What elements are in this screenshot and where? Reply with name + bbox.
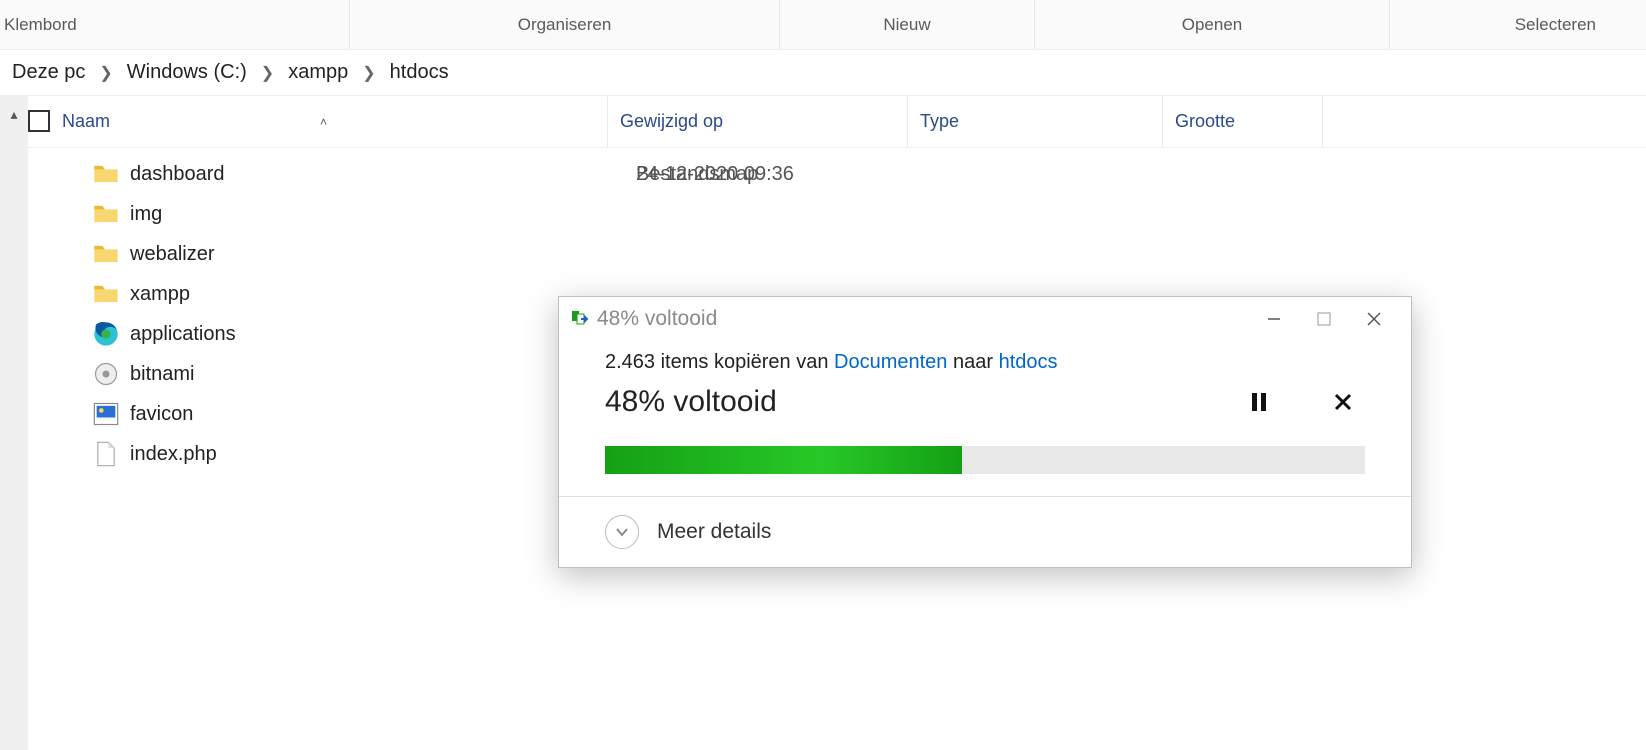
copy-dest-link[interactable]: htdocs (999, 351, 1058, 373)
col-header-modified[interactable]: Gewijzigd op (608, 96, 908, 147)
col-header-name[interactable]: Naam ˄ (28, 96, 608, 147)
dialog-title: 48% voltooid (597, 307, 1249, 331)
dialog-footer: Meer details (559, 496, 1411, 567)
file-row[interactable]: dashboard24-12-2020 09:36Bestandsmap (28, 154, 1646, 194)
copy-status-mid: naar (947, 351, 998, 373)
breadcrumb-item[interactable]: Windows (C:) (121, 61, 253, 84)
file-name: dashboard (130, 163, 225, 186)
dialog-body: 2.463 items kopiëren van Documenten naar… (559, 341, 1411, 496)
breadcrumb[interactable]: Deze pc ❯ Windows (C:) ❯ xampp ❯ htdocs (0, 50, 1646, 96)
pause-button[interactable] (1237, 380, 1281, 424)
copy-percent-text: 48% voltooid (605, 385, 777, 419)
column-headers: Naam ˄ Gewijzigd op Type Grootte (28, 96, 1646, 148)
ribbon: Klembord Organiseren Nieuw Openen Select… (0, 0, 1646, 50)
chevron-right-icon: ❯ (91, 63, 120, 83)
ribbon-section-selecteren[interactable]: Selecteren (1390, 0, 1646, 49)
col-header-size[interactable]: Grootte (1163, 96, 1323, 147)
col-header-name-label: Naam (62, 111, 110, 132)
edge-icon (92, 320, 120, 348)
file-name: index.php (130, 443, 217, 466)
col-header-type[interactable]: Type (908, 96, 1163, 147)
more-details-label[interactable]: Meer details (657, 520, 771, 544)
file-pane: Naam ˄ Gewijzigd op Type Grootte dashboa… (28, 96, 1646, 750)
copy-percent-line: 48% voltooid (605, 374, 1365, 424)
file-name: xampp (130, 283, 190, 306)
file-name: bitnami (130, 363, 194, 386)
file-row[interactable]: webalizer (28, 234, 1646, 274)
progress-bar (605, 446, 1365, 474)
close-button[interactable] (1349, 301, 1399, 337)
breadcrumb-item[interactable]: htdocs (384, 61, 455, 84)
cancel-button[interactable] (1321, 380, 1365, 424)
copy-progress-dialog: 48% voltooid 2.463 items kopiëren van Do… (558, 296, 1412, 568)
file-row[interactable]: img (28, 194, 1646, 234)
dialog-titlebar[interactable]: 48% voltooid (559, 297, 1411, 341)
image-icon (92, 400, 120, 428)
file-modified: 24-12-2020 09:36 (636, 163, 936, 186)
folder-icon (92, 200, 120, 228)
breadcrumb-item[interactable]: xampp (282, 61, 354, 84)
file-name: applications (130, 323, 236, 346)
copy-status-prefix: 2.463 items kopiëren van (605, 351, 834, 373)
file-name: favicon (130, 403, 193, 426)
copy-icon (571, 310, 589, 328)
file-name: img (130, 203, 162, 226)
chevron-right-icon: ❯ (354, 63, 383, 83)
ribbon-section-klembord[interactable]: Klembord (0, 0, 350, 49)
select-all-checkbox[interactable] (28, 110, 50, 132)
ribbon-section-organiseren[interactable]: Organiseren (350, 0, 780, 49)
doc-icon (92, 440, 120, 468)
folder-icon (92, 160, 120, 188)
file-name: webalizer (130, 243, 214, 266)
ribbon-section-openen[interactable]: Openen (1035, 0, 1390, 49)
ribbon-section-nieuw[interactable]: Nieuw (780, 0, 1035, 49)
progress-fill (605, 446, 962, 474)
explorer-body: ▴ Naam ˄ Gewijzigd op Type Grootte dashb… (0, 96, 1646, 750)
folder-icon (92, 280, 120, 308)
folder-icon (92, 240, 120, 268)
scrollbar-vertical[interactable]: ▴ (0, 96, 28, 750)
chevron-right-icon: ❯ (253, 63, 282, 83)
breadcrumb-item[interactable]: Deze pc (6, 61, 91, 84)
expand-details-button[interactable] (605, 515, 639, 549)
copy-status-line: 2.463 items kopiëren van Documenten naar… (605, 351, 1365, 374)
sort-caret-icon: ˄ (320, 115, 327, 129)
scroll-up-icon[interactable]: ▴ (10, 106, 17, 123)
copy-source-link[interactable]: Documenten (834, 351, 947, 373)
maximize-button[interactable] (1299, 301, 1349, 337)
minimize-button[interactable] (1249, 301, 1299, 337)
gear-icon (92, 360, 120, 388)
